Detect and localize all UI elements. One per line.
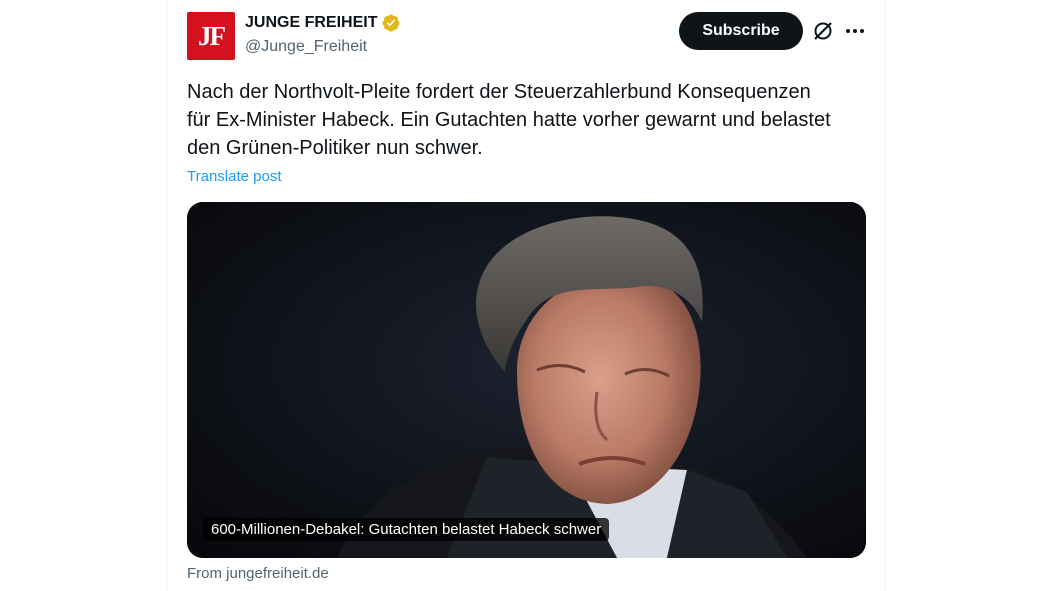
account-name-row: JUNGE FREIHEIT: [245, 13, 401, 33]
subscribe-button[interactable]: Subscribe: [679, 12, 803, 50]
article-photo: [187, 202, 866, 558]
grok-icon[interactable]: [811, 19, 835, 43]
post-column: JF JUNGE FREIHEIT @Junge_Freiheit Subscr…: [166, 0, 885, 591]
account-handle[interactable]: @Junge_Freiheit: [245, 38, 367, 56]
verified-badge-icon: [382, 14, 401, 32]
post-text-line: Nach der Northvolt-Pleite fordert der St…: [187, 81, 811, 103]
avatar-logo-text: JF: [198, 20, 226, 51]
link-source[interactable]: From jungefreiheit.de: [187, 565, 329, 582]
account-avatar[interactable]: JF: [187, 12, 235, 60]
link-card-title: 600-Millionen-Debakel: Gutachten belaste…: [203, 518, 610, 541]
post-text: Nach der Northvolt-Pleite fordert der St…: [187, 78, 867, 162]
account-display-name[interactable]: JUNGE FREIHEIT: [245, 14, 377, 32]
translate-post-link[interactable]: Translate post: [187, 168, 282, 185]
post-text-line: für Ex-Minister Habeck. Ein Gutachten ha…: [187, 109, 831, 131]
link-card[interactable]: 600-Millionen-Debakel: Gutachten belaste…: [187, 202, 866, 558]
post-text-line: den Grünen-Politiker nun schwer.: [187, 137, 483, 159]
more-options-icon[interactable]: [843, 19, 867, 43]
